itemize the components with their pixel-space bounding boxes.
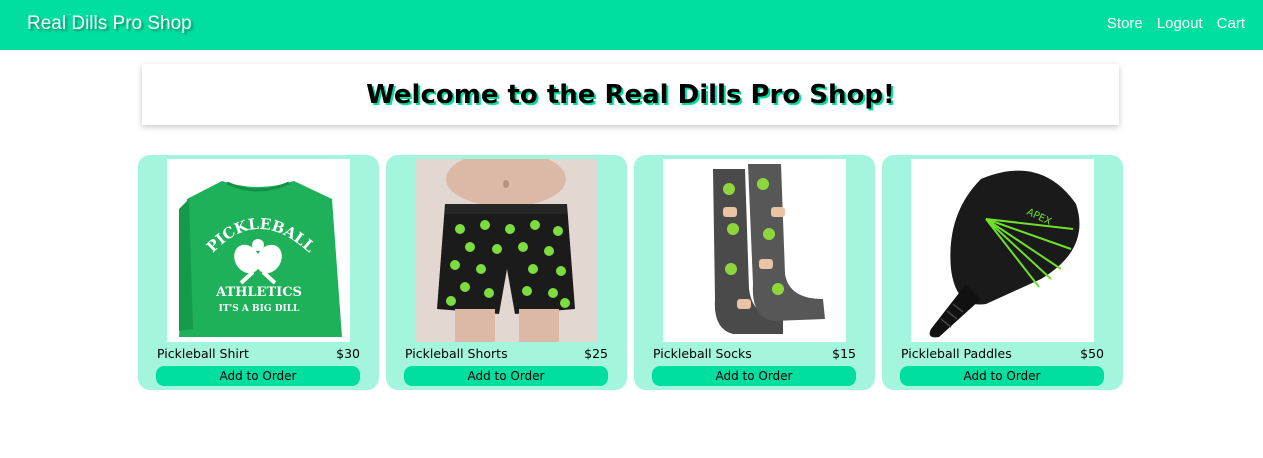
product-card-shirt: PICKLEBALL ATHLETICS IT'S A BIG DILL Pic… (138, 155, 379, 390)
product-name: Pickleball Paddles (901, 346, 1012, 361)
product-price: $25 (584, 346, 608, 361)
add-to-order-button[interactable]: Add to Order (404, 366, 608, 386)
product-name: Pickleball Shorts (405, 346, 508, 361)
product-card-paddles: APEX Pickleball Paddles $50 Add to Order (882, 155, 1123, 390)
product-name: Pickleball Socks (653, 346, 752, 361)
pickleball-shorts-image[interactable] (415, 159, 598, 342)
add-to-order-button[interactable]: Add to Order (156, 366, 360, 386)
product-price: $15 (832, 346, 856, 361)
pickleball-paddle-image[interactable]: APEX (911, 159, 1094, 342)
green-tshirt-image[interactable]: PICKLEBALL ATHLETICS IT'S A BIG DILL (167, 159, 350, 342)
nav-cart-link[interactable]: Cart (1217, 15, 1245, 32)
navbar: Real Dills Pro Shop Store Logout Cart (0, 0, 1263, 50)
product-price: $50 (1080, 346, 1104, 361)
product-name: Pickleball Shirt (157, 346, 249, 361)
product-price: $30 (336, 346, 360, 361)
welcome-banner: Welcome to the Real Dills Pro Shop! (142, 64, 1119, 125)
brand-link[interactable]: Real Dills Pro Shop (27, 13, 192, 35)
product-card-shorts: Pickleball Shorts $25 Add to Order (386, 155, 627, 390)
product-card-socks: Pickleball Socks $15 Add to Order (634, 155, 875, 390)
nav-store-link[interactable]: Store (1107, 15, 1143, 32)
add-to-order-button[interactable]: Add to Order (900, 366, 1104, 386)
shirt-print-text: IT'S A BIG DILL (219, 304, 300, 314)
welcome-title: Welcome to the Real Dills Pro Shop! (366, 79, 895, 110)
add-to-order-button[interactable]: Add to Order (652, 366, 856, 386)
nav-logout-link[interactable]: Logout (1157, 15, 1203, 32)
shirt-print-text: ATHLETICS (215, 285, 302, 300)
nav-links: Store Logout Cart (1107, 15, 1245, 32)
pickleball-socks-image[interactable] (663, 159, 846, 342)
